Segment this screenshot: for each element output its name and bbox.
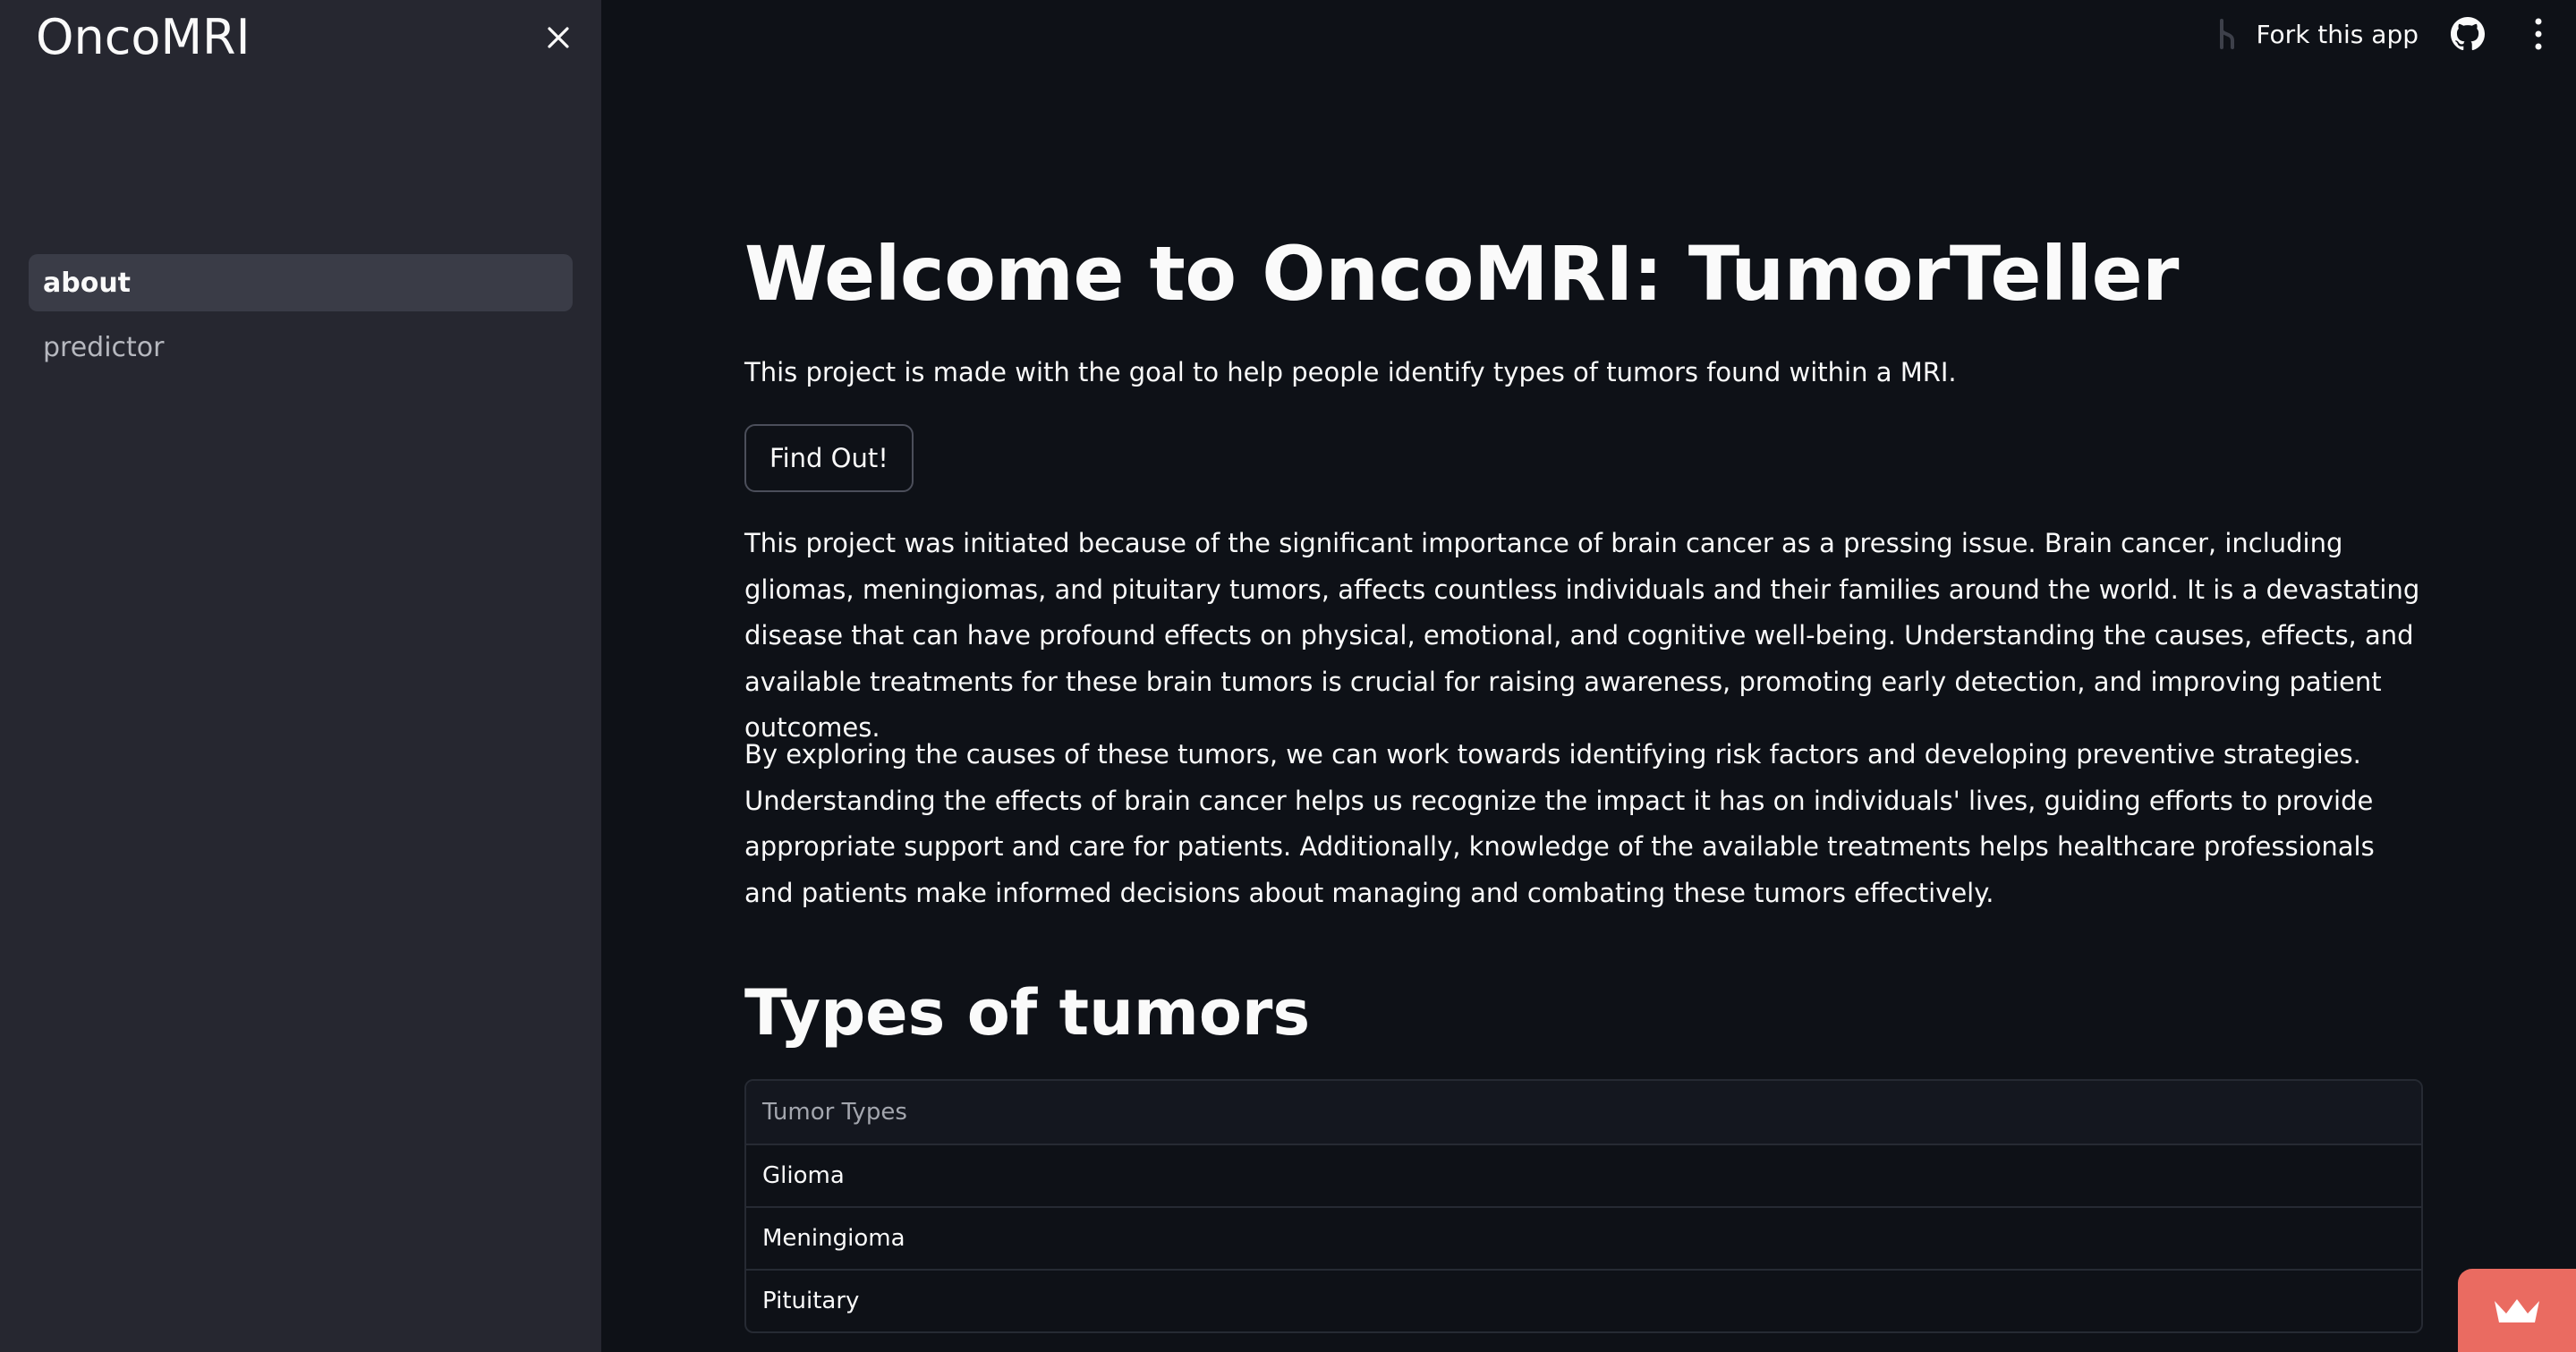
- section-title: Types of tumors: [744, 976, 1311, 1050]
- close-sidebar-button[interactable]: [537, 18, 580, 57]
- sidebar-brand: OncoMRI: [36, 9, 251, 65]
- page-title: Welcome to OncoMRI: TumorTeller: [744, 230, 2179, 318]
- sidebar-item-about[interactable]: about: [29, 254, 573, 311]
- fork-app-label: Fork this app: [2256, 19, 2419, 49]
- intro-text: This project is made with the goal to he…: [744, 357, 1957, 387]
- table-row: Pituitary: [746, 1269, 2421, 1331]
- fork-app-button[interactable]: Fork this app: [2216, 19, 2419, 49]
- table-header: Tumor Types: [746, 1081, 2421, 1144]
- sidebar-item-label: predictor: [43, 331, 165, 363]
- github-icon[interactable]: [2451, 17, 2485, 51]
- kebab-menu-icon[interactable]: [2531, 16, 2546, 52]
- paragraph-exploration: By exploring the causes of these tumors,…: [744, 739, 2375, 908]
- streamlit-badge[interactable]: [2458, 1269, 2576, 1352]
- find-out-button[interactable]: Find Out!: [744, 424, 914, 492]
- sidebar: OncoMRI about predictor: [0, 0, 601, 1352]
- table-row: Glioma: [746, 1144, 2421, 1206]
- tumor-types-table: Tumor Types Glioma Meningioma Pituitary: [744, 1079, 2423, 1333]
- sidebar-item-label: about: [43, 267, 132, 299]
- table-row: Meningioma: [746, 1206, 2421, 1269]
- paragraph-motivation: This project was initiated because of th…: [744, 528, 2420, 743]
- sidebar-nav: about predictor: [29, 254, 573, 383]
- close-icon: [548, 27, 569, 48]
- app-root: OncoMRI about predictor Fork this app We…: [0, 0, 2576, 1352]
- fork-icon: [2220, 19, 2235, 49]
- sidebar-item-predictor[interactable]: predictor: [29, 319, 573, 376]
- top-toolbar: Fork this app: [2216, 13, 2576, 55]
- crown-icon: [2495, 1298, 2539, 1322]
